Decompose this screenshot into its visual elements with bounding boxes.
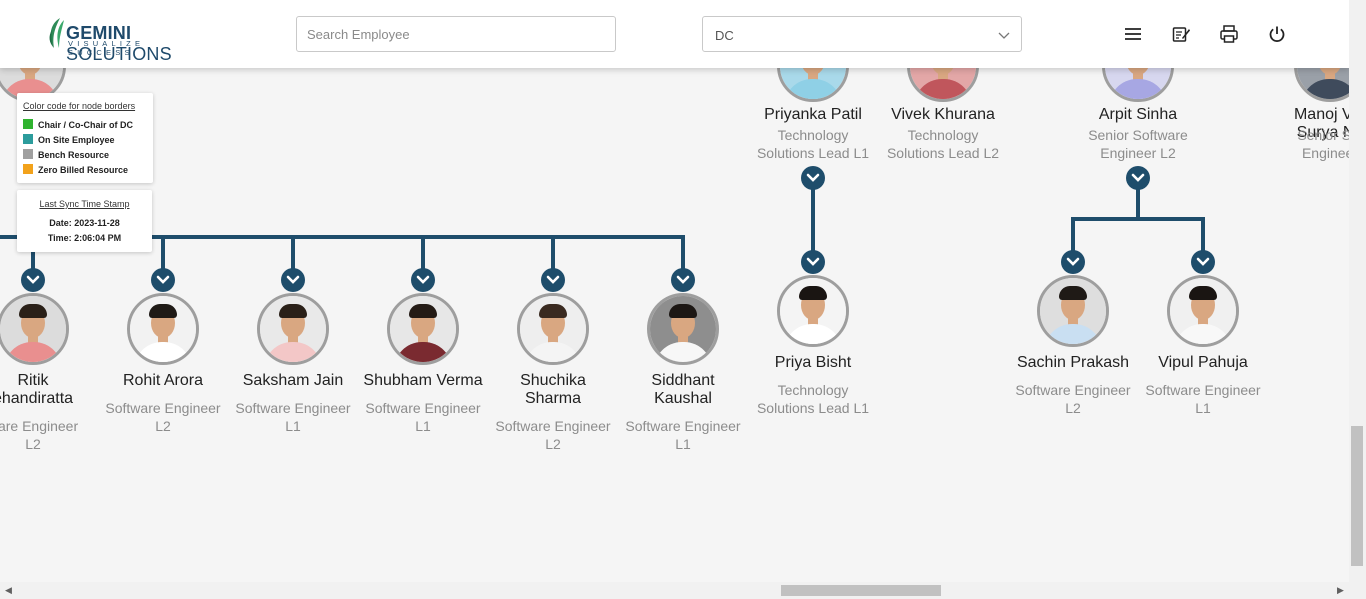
dc-select[interactable]: DC (702, 16, 1022, 52)
employee-avatar[interactable] (517, 293, 589, 365)
logo-tagline: VISUALIZE SUCCESS (68, 39, 145, 57)
legend-title: Color code for node borders (23, 101, 136, 111)
expand-toggle-button[interactable] (1191, 250, 1215, 274)
chevron-down-icon (1131, 173, 1145, 182)
chevron-down-icon (676, 275, 690, 284)
sync-date: Date: 2023-11-28 (49, 218, 120, 228)
connector-line (421, 235, 425, 271)
expand-toggle-button[interactable] (411, 268, 435, 292)
legend-swatch-icon (23, 164, 33, 174)
chevron-down-icon (26, 275, 40, 284)
chevron-down-icon (156, 275, 170, 284)
employee-name: Priya Bisht (774, 354, 852, 371)
expand-toggle-button[interactable] (151, 268, 175, 292)
chevron-down-icon (806, 257, 820, 266)
employee-role: Technology Solutions Lead L2 (886, 127, 1000, 161)
connector-line (291, 235, 295, 271)
employee-name: Vivek Khurana (891, 106, 995, 123)
legend-item-onsite: On Site Employee (23, 134, 115, 145)
legend-item-bench: Bench Resource (23, 149, 109, 160)
scroll-right-arrow-icon[interactable]: ▶ (1337, 585, 1344, 596)
connector-line (551, 235, 555, 271)
chevron-down-icon (998, 32, 1010, 39)
employee-avatar[interactable] (257, 293, 329, 365)
employee-role: Software Engineer L1 (625, 418, 741, 452)
employee-name: Arpit Sinha (1098, 106, 1178, 123)
expand-toggle-button[interactable] (1126, 166, 1150, 190)
sync-time: Time: 2:06:04 PM (47, 233, 122, 243)
horizontal-scrollbar[interactable]: ◀ ▶ (0, 582, 1366, 599)
scroll-left-arrow-icon[interactable]: ◀ (5, 585, 12, 596)
expand-toggle-button[interactable] (801, 166, 825, 190)
notes-icon[interactable] (1171, 24, 1191, 44)
chevron-down-icon (1196, 257, 1210, 266)
org-chart-page: JaGhnicEngPriyanka PatilTechnologySoluti… (0, 0, 1366, 599)
employee-role: Technology Solutions Lead L1 (756, 382, 870, 416)
employee-avatar[interactable] (0, 293, 69, 365)
expand-toggle-button[interactable] (671, 268, 695, 292)
vertical-scroll-thumb[interactable] (1351, 426, 1363, 566)
expand-toggle-button[interactable] (1061, 250, 1085, 274)
connector-line (681, 235, 685, 271)
expand-toggle-button[interactable] (541, 268, 565, 292)
legend-swatch-icon (23, 119, 33, 129)
employee-avatar[interactable] (1167, 275, 1239, 347)
employee-avatar[interactable] (777, 275, 849, 347)
employee-avatar[interactable] (127, 293, 199, 365)
employee-avatar[interactable] (647, 293, 719, 365)
menu-icon[interactable] (1123, 24, 1143, 44)
employee-avatar[interactable] (1037, 275, 1109, 347)
expand-toggle-button[interactable] (21, 268, 45, 292)
legend-panel: Color code for node borders Chair / Co-C… (17, 93, 153, 183)
chevron-down-icon (546, 275, 560, 284)
power-icon[interactable] (1267, 24, 1287, 44)
legend-swatch-icon (23, 134, 33, 144)
chevron-down-icon (286, 275, 300, 284)
sync-title: Last Sync Time Stamp (39, 199, 130, 209)
connector-line (161, 235, 165, 271)
employee-name: Vipul Pahuja (1158, 354, 1248, 371)
vertical-scrollbar[interactable] (1349, 0, 1366, 582)
sync-timestamp-panel: Last Sync Time Stamp Date: 2023-11-28 Ti… (17, 190, 152, 252)
chevron-down-icon (806, 173, 820, 182)
expand-toggle-button[interactable] (281, 268, 305, 292)
horizontal-scroll-thumb[interactable] (781, 585, 941, 596)
company-logo[interactable]: GEMINI SOLUTIONS VISUALIZE SUCCESS (46, 16, 216, 64)
chevron-down-icon (1066, 257, 1080, 266)
employee-role: Senior Software Engineer L2 (1088, 127, 1188, 161)
employee-avatar[interactable] (387, 293, 459, 365)
legend-swatch-icon (23, 149, 33, 159)
print-icon[interactable] (1219, 24, 1239, 44)
legend-item-zero-billed: Zero Billed Resource (23, 164, 128, 175)
top-header: GEMINI SOLUTIONS VISUALIZE SUCCESS DC (0, 0, 1349, 68)
chevron-down-icon (416, 275, 430, 284)
employee-role: Software Engineer L1 (1145, 382, 1261, 416)
expand-toggle-button[interactable] (801, 250, 825, 274)
legend-item-chair: Chair / Co-Chair of DC (23, 119, 133, 130)
connector-line (1071, 217, 1205, 221)
dc-select-value: DC (715, 28, 734, 43)
search-employee-input[interactable] (296, 16, 616, 52)
